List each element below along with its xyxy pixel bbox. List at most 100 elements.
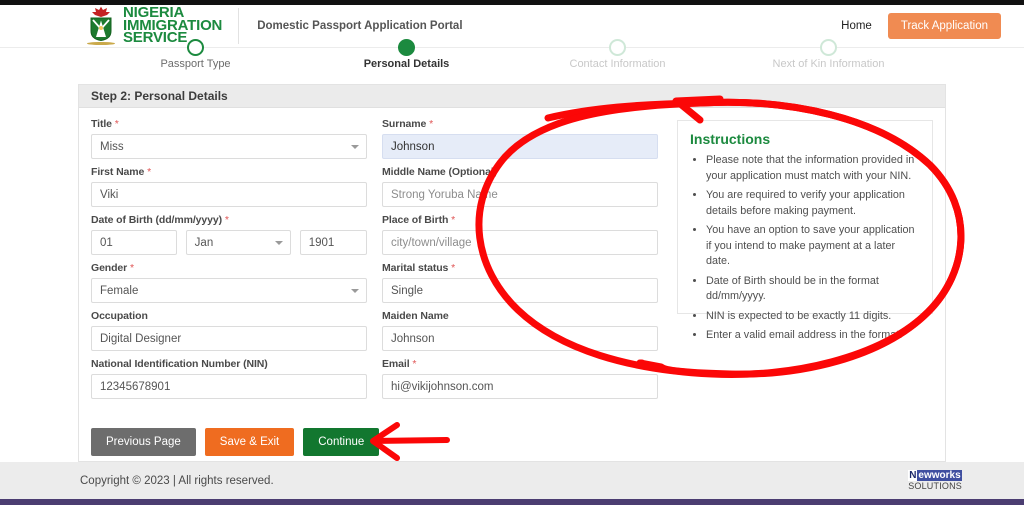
brand-logo[interactable]: NIGERIA IMMIGRATION SERVICE [86, 6, 222, 46]
site-header: NIGERIA IMMIGRATION SERVICE Domestic Pas… [0, 5, 1024, 48]
label-text: Email [382, 358, 410, 370]
label-title: Title * [91, 118, 367, 130]
step-label: Personal Details [363, 58, 450, 70]
email-value: hi@vikijohnson.com [391, 380, 494, 393]
label-occupation: Occupation [91, 310, 148, 322]
brand-name: NIGERIA IMMIGRATION SERVICE [123, 6, 222, 45]
form-row: Gender * Female Marital status * Single [91, 262, 658, 303]
browser-bottom-bar [0, 499, 1024, 505]
step-label: Passport Type [160, 58, 231, 70]
header-nav: Home Track Application [841, 13, 1001, 39]
step-label: Next of Kin Information [772, 58, 885, 70]
occupation-value: Digital Designer [100, 332, 182, 345]
logo-base [87, 42, 115, 45]
label-email: Email * [382, 358, 658, 370]
label-text: Surname [382, 118, 427, 130]
step-contact-information[interactable]: Contact Information [512, 39, 723, 78]
middle-name-input[interactable]: Strong Yoruba Name [382, 182, 658, 207]
field-group-date-of-birth: Date of Birth (dd/mm/yyyy) * 01 Jan 1901 [91, 214, 367, 255]
instruction-item: NIN is expected to be exactly 11 digits. [706, 309, 920, 325]
label-text: Date of Birth (dd/mm/yyyy) [91, 214, 223, 226]
label-text: Title [91, 118, 112, 130]
first-name-input[interactable]: Viki [91, 182, 367, 207]
nin-value: 12345678901 [100, 380, 171, 393]
surname-value: Johnson [391, 140, 435, 153]
place-of-birth-input[interactable]: city/town/village [382, 230, 658, 255]
card-title: Step 2: Personal Details [79, 85, 945, 108]
gender-select[interactable]: Female [91, 278, 367, 303]
label-marital-status: Marital status * [382, 262, 658, 274]
label-maiden-name: Maiden Name [382, 310, 449, 322]
instructions-list: Please note that the information provide… [690, 153, 920, 344]
dob-day-input[interactable]: 01 [91, 230, 177, 255]
field-group-surname: Surname * Johnson [382, 118, 658, 159]
field-group-email: Email * hi@vikijohnson.com [382, 358, 658, 399]
label-text: Marital status [382, 262, 449, 274]
label-first-name: First Name * [91, 166, 367, 178]
step-passport-type[interactable]: Passport Type [90, 39, 301, 78]
dob-year-value: 1901 [308, 236, 335, 249]
step-dot-done-icon [187, 39, 204, 56]
nav-home-link[interactable]: Home [841, 20, 872, 32]
vendor-subtitle: SOLUTIONS [908, 480, 962, 491]
nigeria-coat-of-arms-icon [86, 6, 116, 46]
field-group-marital-status: Marital status * Single [382, 262, 658, 303]
first-name-value: Viki [100, 188, 119, 201]
required-marker: * [114, 118, 119, 130]
required-marker: * [451, 214, 456, 226]
form-row: National Identification Number (NIN) 123… [91, 358, 658, 399]
dob-year-input[interactable]: 1901 [299, 230, 367, 255]
title-select[interactable]: Miss [91, 134, 367, 159]
required-marker: * [429, 118, 434, 130]
label-date-of-birth: Date of Birth (dd/mm/yyyy) * [91, 214, 367, 226]
marital-status-input[interactable]: Single [382, 278, 658, 303]
instruction-item: Date of Birth should be in the format dd… [706, 274, 920, 305]
instruction-item: You are required to verify your applicat… [706, 188, 920, 219]
track-application-button[interactable]: Track Application [887, 13, 1001, 39]
continue-button[interactable]: Continue [303, 428, 380, 456]
field-group-occupation: Occupation Digital Designer [91, 310, 367, 351]
step-next-of-kin-information[interactable]: Next of Kin Information [723, 39, 934, 78]
step-label: Contact Information [569, 58, 666, 70]
instruction-item: You have an option to save your applicat… [706, 223, 920, 270]
chevron-down-icon [351, 144, 359, 149]
dob-month-select[interactable]: Jan [185, 230, 291, 255]
instructions-panel: Instructions Please note that the inform… [677, 120, 933, 341]
form-row: Occupation Digital Designer Maiden Name … [91, 310, 658, 351]
occupation-input[interactable]: Digital Designer [91, 326, 367, 351]
vendor-logo: Newworks SOLUTIONS [908, 469, 962, 491]
email-input[interactable]: hi@vikijohnson.com [382, 374, 658, 399]
form-row: Title * Miss Surname * Johnson [91, 118, 658, 159]
field-group-nin: National Identification Number (NIN) 123… [91, 358, 367, 399]
card-body: Title * Miss Surname * Johnson First Nam… [79, 108, 945, 406]
marital-status-value: Single [391, 284, 423, 297]
chevron-down-icon [274, 240, 283, 245]
form-row: First Name * Viki Middle Name (Optional)… [91, 166, 658, 207]
label-middle-name: Middle Name (Optional) [382, 166, 498, 178]
shield-icon [90, 17, 112, 41]
required-marker: * [130, 262, 134, 274]
previous-page-button[interactable]: Previous Page [91, 428, 196, 456]
save-and-exit-button[interactable]: Save & Exit [204, 428, 295, 456]
step-dot-future-icon [609, 39, 626, 56]
label-gender: Gender * [91, 262, 367, 274]
step-dot-future-icon [820, 39, 837, 56]
instructions-heading: Instructions [690, 131, 771, 147]
dob-group: 01 Jan 1901 [91, 230, 367, 255]
copyright-text: Copyright © 2023 | All rights reserved. [80, 474, 274, 487]
surname-input[interactable]: Johnson [382, 134, 658, 159]
maiden-name-input[interactable]: Johnson [382, 326, 658, 351]
step-personal-details[interactable]: Personal Details [301, 39, 512, 78]
label-text: First Name [91, 166, 145, 178]
personal-details-form: Title * Miss Surname * Johnson First Nam… [91, 118, 658, 406]
label-place-of-birth: Place of Birth * [382, 214, 658, 226]
form-row: Date of Birth (dd/mm/yyyy) * 01 Jan 1901 [91, 214, 658, 255]
required-marker: * [147, 166, 152, 178]
dob-month-value: Jan [194, 236, 214, 249]
form-actions: Previous Page Save & Exit Continue [79, 422, 945, 456]
nin-input[interactable]: 12345678901 [91, 374, 367, 399]
chevron-down-icon [351, 288, 359, 293]
required-marker: * [451, 262, 456, 274]
step-dot-active-icon [398, 39, 415, 56]
field-group-first-name: First Name * Viki [91, 166, 367, 207]
